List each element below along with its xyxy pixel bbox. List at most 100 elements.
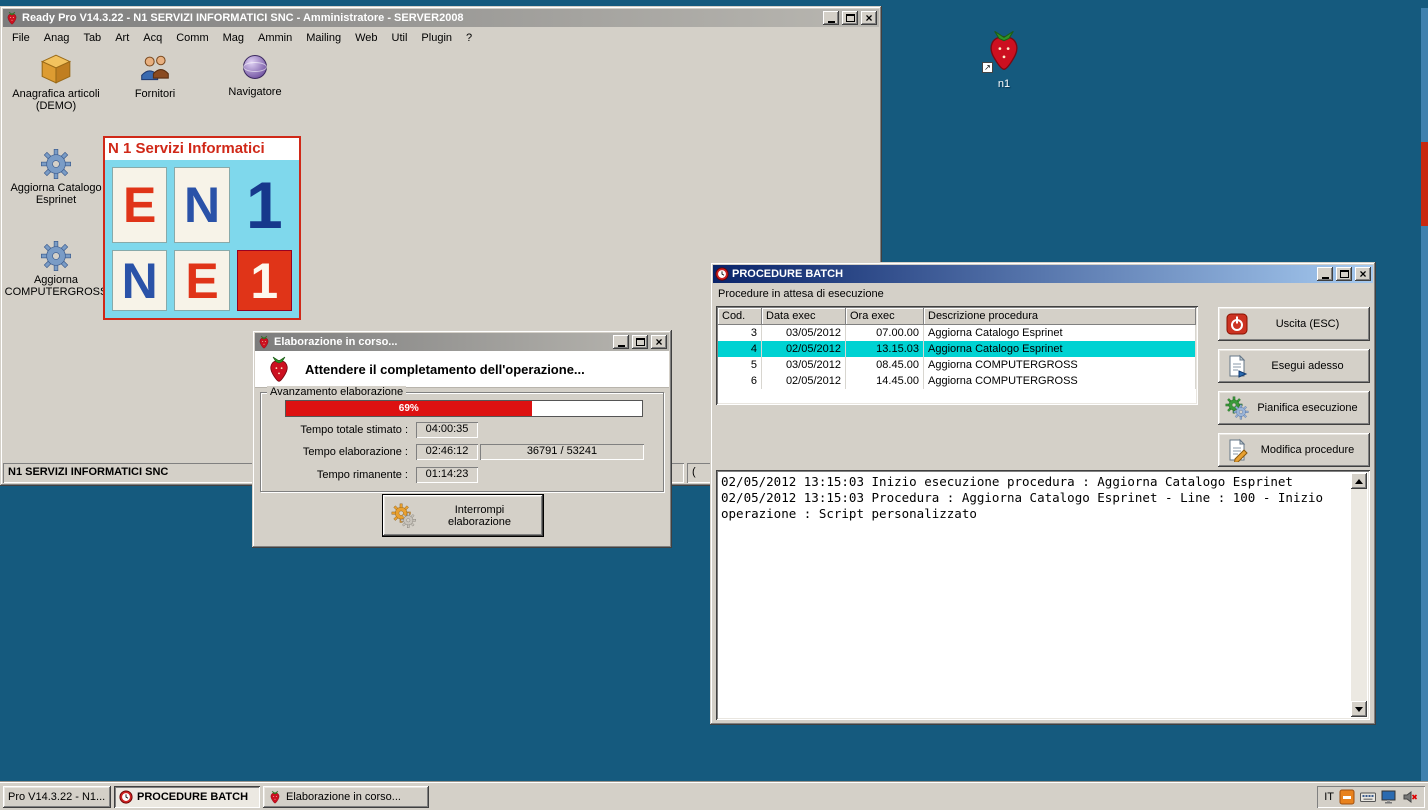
logo-title: N 1 Servizi Informatici <box>105 138 299 160</box>
pianifica-esecuzione-button[interactable]: Pianifica esecuzione <box>1218 391 1370 425</box>
menu-item-comm[interactable]: Comm <box>169 29 215 47</box>
cell-ora[interactable]: 08.45.00 <box>846 357 924 373</box>
column-header-descrizione[interactable]: Descrizione procedura <box>924 308 1196 325</box>
box-icon <box>4 52 108 86</box>
tray-app-icon[interactable] <box>1339 789 1355 805</box>
cell-ora[interactable]: 07.00.00 <box>846 325 924 341</box>
cell-descrizione[interactable]: Aggiorna Catalogo Esprinet <box>924 325 1196 341</box>
groupbox-label: Avanzamento elaborazione <box>267 386 407 398</box>
menu-item-tab[interactable]: Tab <box>76 29 108 47</box>
cell-cod[interactable]: 5 <box>718 357 762 373</box>
taskbar-button-readypro[interactable]: Pro V14.3.22 - N1... <box>3 785 111 808</box>
batch-window-title: PROCEDURE BATCH <box>732 268 844 280</box>
label-tempo-rimanente: Tempo rimanente : <box>316 469 408 481</box>
menu-item-help[interactable]: ? <box>459 29 479 47</box>
shortcut-anagrafica-articoli[interactable]: Anagrafica articoli (DEMO) <box>4 52 108 112</box>
cell-cod[interactable]: 3 <box>718 325 762 341</box>
progress-bar: 69% <box>285 400 643 417</box>
cell-data[interactable]: 02/05/2012 <box>762 341 846 357</box>
system-tray: IT <box>1317 786 1425 808</box>
menu-item-plugin[interactable]: Plugin <box>414 29 459 47</box>
batch-close-button[interactable]: × <box>1355 267 1371 281</box>
menu-item-art[interactable]: Art <box>108 29 136 47</box>
progress-maximize-button[interactable] <box>632 335 648 349</box>
progress-titlebar[interactable]: Elaborazione in corso... × <box>255 333 669 351</box>
batch-titlebar[interactable]: PROCEDURE BATCH × <box>713 265 1373 283</box>
main-maximize-button[interactable] <box>842 11 858 25</box>
language-indicator[interactable]: IT <box>1324 791 1334 803</box>
shortcut-navigatore[interactable]: Navigatore <box>216 52 294 98</box>
batch-clock-icon <box>715 267 729 281</box>
menu-item-anag[interactable]: Anag <box>37 29 77 47</box>
shortcut-aggiorna-esprinet[interactable]: Aggiorna Catalogo Esprinet <box>8 148 104 206</box>
menu-item-acq[interactable]: Acq <box>136 29 169 47</box>
logo-tile: E <box>174 250 230 311</box>
shortcut-label: Fornitori <box>134 88 176 100</box>
keyboard-icon[interactable] <box>1360 789 1376 805</box>
column-header-data[interactable]: Data exec <box>762 308 846 325</box>
shortcut-fornitori[interactable]: Fornitori <box>118 52 192 100</box>
uscita-button[interactable]: Uscita (ESC) <box>1218 307 1370 341</box>
menu-item-web[interactable]: Web <box>348 29 384 47</box>
menu-item-file[interactable]: File <box>5 29 37 47</box>
volume-muted-icon[interactable] <box>1402 789 1418 805</box>
main-close-button[interactable]: × <box>861 11 877 25</box>
cell-descrizione[interactable]: Aggiorna COMPUTERGROSS <box>924 373 1196 389</box>
esegui-adesso-button[interactable]: Esegui adesso <box>1218 349 1370 383</box>
gear-icon <box>8 148 104 180</box>
shortcut-aggiorna-computergross[interactable]: Aggiorna COMPUTERGROSS <box>2 240 110 298</box>
display-icon[interactable] <box>1381 789 1397 805</box>
column-header-ora[interactable]: Ora exec <box>846 308 924 325</box>
batch-minimize-button[interactable] <box>1317 267 1333 281</box>
table-row-selected[interactable]: 4 02/05/2012 13.15.03 Aggiorna Catalogo … <box>718 341 1196 357</box>
strawberry-icon <box>270 790 280 804</box>
log-line: 02/05/2012 13:15:03 Procedura : Aggiorna… <box>721 490 1324 505</box>
cell-data[interactable]: 03/05/2012 <box>762 325 846 341</box>
uscita-button-label: Uscita (ESC) <box>1275 318 1340 330</box>
label-tempo-totale: Tempo totale stimato : <box>300 424 408 436</box>
gear-icon <box>2 240 110 272</box>
menu-item-ammin[interactable]: Ammin <box>251 29 299 47</box>
shortcut-label: Navigatore <box>228 86 282 98</box>
interrompi-elaborazione-button[interactable]: Interrompi elaborazione <box>382 494 544 537</box>
interrompi-button-label: Interrompi elaborazione <box>448 503 511 528</box>
cell-cod[interactable]: 6 <box>718 373 762 389</box>
modifica-procedure-button[interactable]: Modifica procedure <box>1218 433 1370 467</box>
column-header-cod[interactable]: Cod. <box>718 308 762 325</box>
batch-maximize-button[interactable] <box>1336 267 1352 281</box>
cell-ora[interactable]: 13.15.03 <box>846 341 924 357</box>
desktop-shortcut-n1[interactable]: ↗ n1 <box>972 28 1036 90</box>
esegui-button-label: Esegui adesso <box>1271 360 1344 372</box>
shortcut-arrow-badge: ↗ <box>982 62 993 73</box>
edit-icon <box>1229 439 1248 462</box>
scroll-down-button[interactable] <box>1351 701 1367 717</box>
strawberry-icon <box>259 335 269 349</box>
table-row[interactable]: 6 02/05/2012 14.45.00 Aggiorna COMPUTERG… <box>718 373 1196 389</box>
table-empty-area <box>718 389 1196 403</box>
cell-data[interactable]: 02/05/2012 <box>762 373 846 389</box>
value-tempo-totale: 04:00:35 <box>416 422 478 438</box>
cell-ora[interactable]: 14.45.00 <box>846 373 924 389</box>
main-titlebar[interactable]: Ready Pro V14.3.22 - N1 SERVIZI INFORMAT… <box>3 9 879 27</box>
scroll-up-button[interactable] <box>1351 473 1367 489</box>
taskbar-button-elaborazione[interactable]: Elaborazione in corso... <box>263 785 429 808</box>
pianifica-button-label: Pianifica esecuzione <box>1257 402 1358 414</box>
value-tempo-rimanente: 01:14:23 <box>416 467 478 483</box>
cell-cod[interactable]: 4 <box>718 341 762 357</box>
cell-descrizione[interactable]: Aggiorna COMPUTERGROSS <box>924 357 1196 373</box>
log-scrollbar[interactable] <box>1351 473 1367 717</box>
table-row[interactable]: 3 03/05/2012 07.00.00 Aggiorna Catalogo … <box>718 325 1196 341</box>
cell-descrizione[interactable]: Aggiorna Catalogo Esprinet <box>924 341 1196 357</box>
menu-item-mailing[interactable]: Mailing <box>299 29 348 47</box>
table-row[interactable]: 5 03/05/2012 08.45.00 Aggiorna COMPUTERG… <box>718 357 1196 373</box>
cell-data[interactable]: 03/05/2012 <box>762 357 846 373</box>
progress-close-button[interactable]: × <box>651 335 667 349</box>
taskbar-button-procedure-batch[interactable]: PROCEDURE BATCH <box>114 785 260 808</box>
main-minimize-button[interactable] <box>823 11 839 25</box>
logo-tiles: E N 1 N E 1 <box>105 160 299 318</box>
log-textarea[interactable]: 02/05/2012 13:15:03 Inizio esecuzione pr… <box>716 470 1370 720</box>
menu-item-util[interactable]: Util <box>385 29 415 47</box>
progress-dialog: Elaborazione in corso... × Attendere il … <box>252 330 672 548</box>
menu-item-mag[interactable]: Mag <box>216 29 251 47</box>
progress-minimize-button[interactable] <box>613 335 629 349</box>
